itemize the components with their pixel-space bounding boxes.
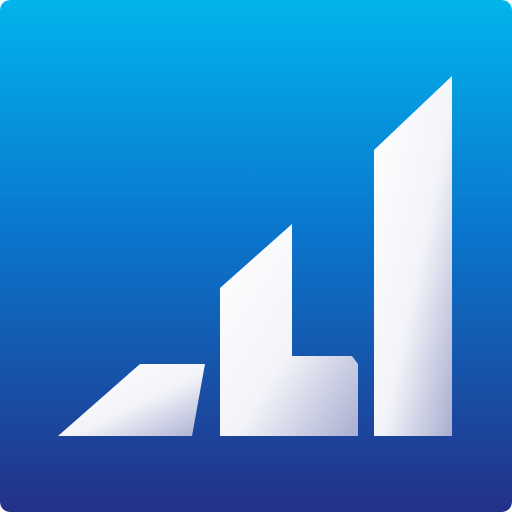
app-icon [0,0,512,512]
signal-strength-bars-icon [0,0,512,512]
